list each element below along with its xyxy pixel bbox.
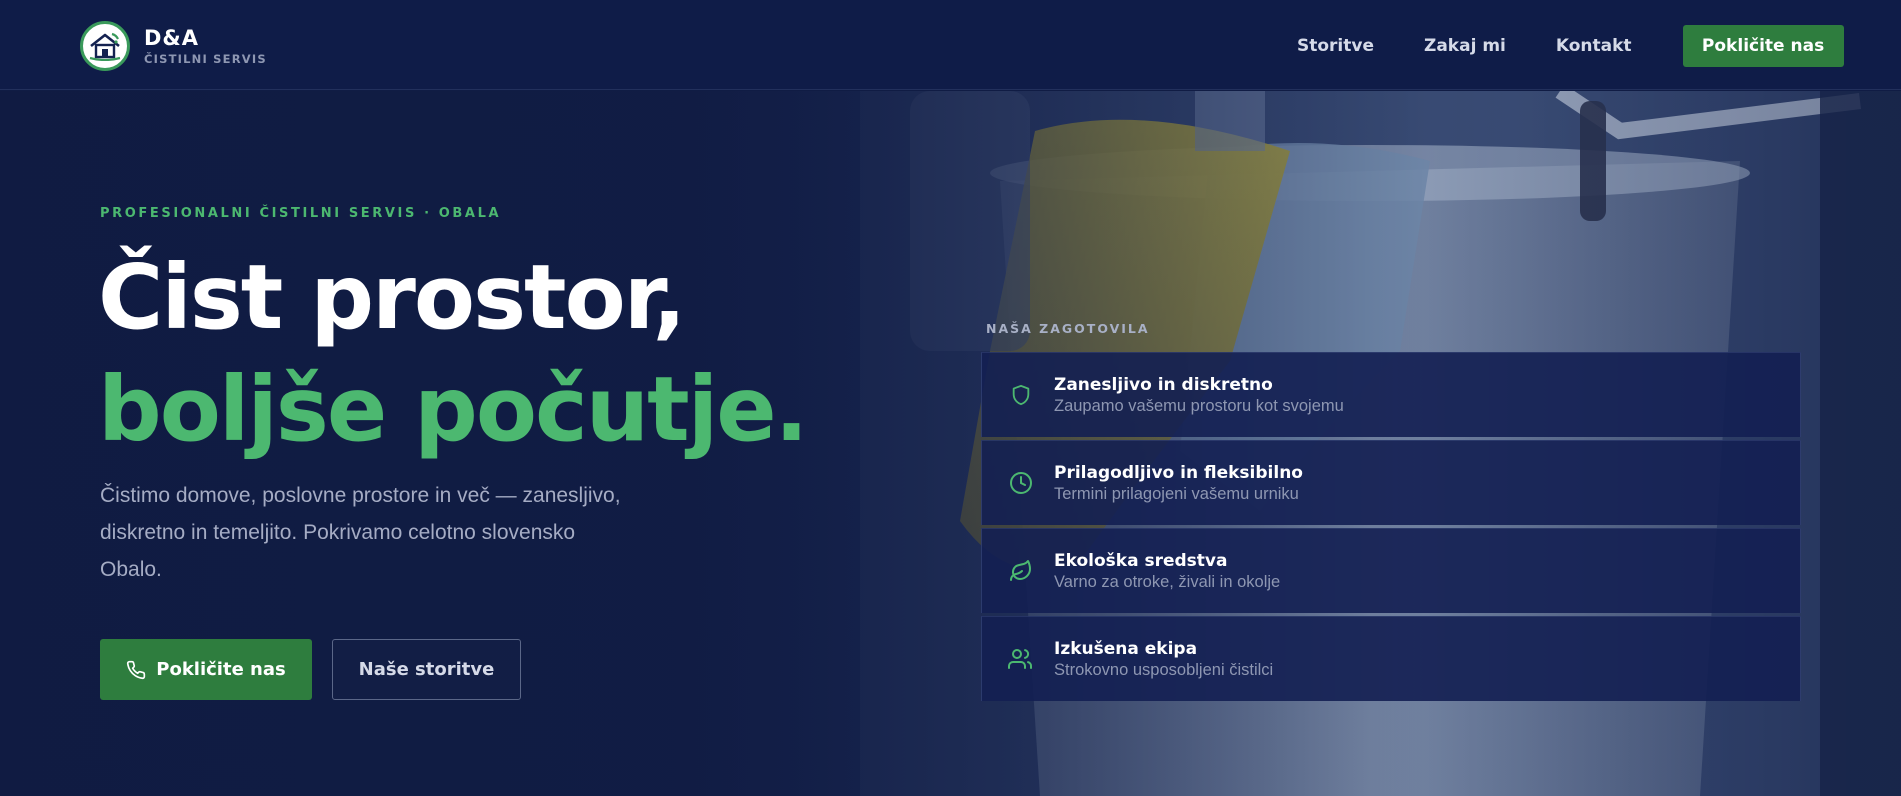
phone-icon	[126, 660, 146, 680]
headline-line-1: Čist prostor,	[98, 245, 686, 349]
hero-eyebrow: PROFESIONALNI ČISTILNI SERVIS · OBALA	[100, 206, 502, 221]
hero-section: PROFESIONALNI ČISTILNI SERVIS · OBALA Či…	[0, 91, 1901, 796]
guarantees-label: NAŠA ZAGOTOVILA	[986, 321, 1150, 336]
guarantee-desc: Strokovno usposobljeni čistilci	[1054, 661, 1274, 679]
hero-lead: Čistimo domove, poslovne prostore in več…	[100, 484, 621, 581]
clock-icon	[1008, 470, 1034, 496]
nav-link-zakaj-mi[interactable]: Zakaj mi	[1424, 36, 1506, 56]
guarantee-desc: Zaupamo vašemu prostoru kot svojemu	[1054, 397, 1344, 415]
brand-title: D&A	[144, 25, 199, 50]
guarantee-card: Zanesljivo in diskretno Zaupamo vašemu p…	[981, 352, 1801, 437]
nav-link-kontakt[interactable]: Kontakt	[1556, 36, 1632, 56]
hero-headline: Čist prostor, boljše počutje.	[98, 241, 808, 465]
brand-logo[interactable]: D&A ČISTILNI SERVIS	[80, 21, 267, 71]
site-header: D&A ČISTILNI SERVIS Storitve Zakaj mi Ko…	[0, 0, 1901, 90]
guarantee-title: Izkušena ekipa	[1054, 639, 1198, 659]
call-us-button-label: Pokličite nas	[156, 659, 286, 680]
shield-icon	[1008, 382, 1034, 408]
guarantee-desc: Varno za otroke, živali in okolje	[1054, 573, 1281, 591]
house-cleaning-logo-icon	[80, 21, 130, 71]
guarantee-desc: Termini prilagojeni vašemu urniku	[1054, 485, 1299, 503]
guarantee-card: Izkušena ekipa Strokovno usposobljeni či…	[981, 616, 1801, 701]
guarantees-list: Zanesljivo in diskretno Zaupamo vašemu p…	[981, 352, 1801, 704]
brand-subtitle: ČISTILNI SERVIS	[144, 51, 267, 66]
leaf-icon	[1008, 558, 1034, 584]
nav-link-storitve[interactable]: Storitve	[1297, 36, 1374, 56]
guarantee-card: Ekološka sredstva Varno za otroke, žival…	[981, 528, 1801, 613]
main-nav: Storitve Zakaj mi Kontakt Pokličite nas	[1297, 25, 1844, 67]
headline-line-2: boljše počutje.	[98, 357, 808, 461]
guarantee-title: Prilagodljivo in fleksibilno	[1054, 463, 1303, 483]
header-call-button[interactable]: Pokličite nas	[1682, 25, 1844, 67]
users-icon	[1008, 646, 1034, 672]
guarantee-card: Prilagodljivo in fleksibilno Termini pri…	[981, 440, 1801, 525]
call-us-button[interactable]: Pokličite nas	[100, 639, 312, 700]
guarantee-title: Ekološka sredstva	[1054, 551, 1228, 571]
guarantee-title: Zanesljivo in diskretno	[1054, 375, 1273, 395]
our-services-button[interactable]: Naše storitve	[332, 639, 521, 700]
